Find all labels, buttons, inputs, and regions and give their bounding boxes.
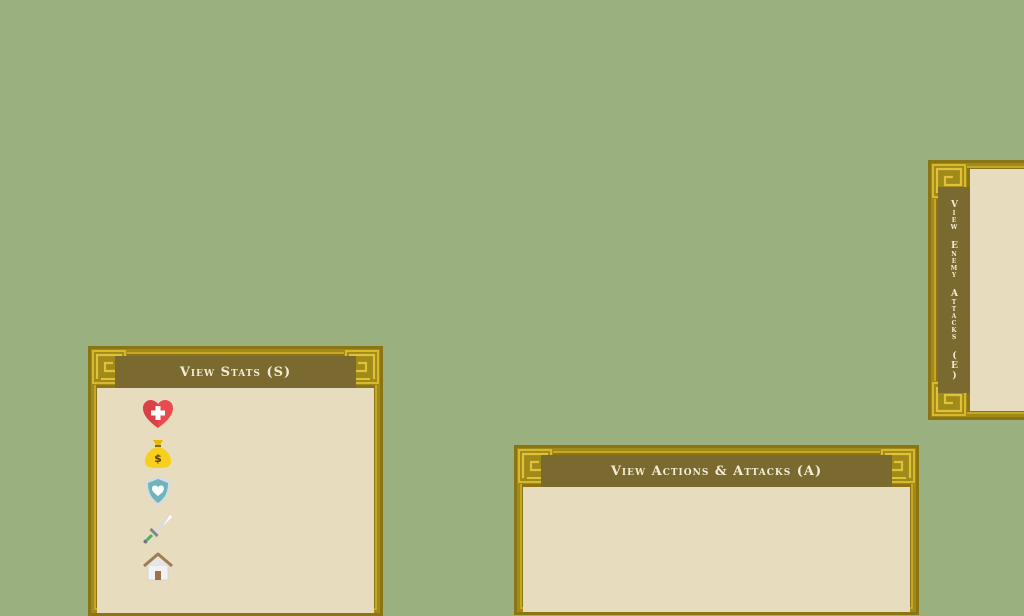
shield-icon bbox=[145, 476, 171, 506]
view-actions-label: View Actions & Attacks (A) bbox=[610, 463, 823, 479]
home-icon bbox=[143, 552, 173, 581]
actions-panel: View Actions & Attacks (A) bbox=[514, 445, 919, 615]
sword-icon bbox=[143, 515, 172, 544]
health-heart-icon bbox=[143, 400, 173, 428]
svg-text:$: $ bbox=[154, 452, 162, 465]
stats-panel: View Stats (S) $ bbox=[88, 346, 383, 616]
view-enemy-attacks-label: View Enemy Attacks (E) bbox=[949, 199, 960, 381]
actions-content bbox=[523, 487, 910, 612]
stat-icon-list: $ bbox=[141, 398, 181, 588]
view-stats-label: View Stats (S) bbox=[179, 364, 292, 380]
view-stats-button[interactable]: View Stats (S) bbox=[115, 356, 356, 388]
view-actions-button[interactable]: View Actions & Attacks (A) bbox=[541, 455, 892, 487]
stats-content: $ bbox=[97, 388, 374, 613]
enemy-content bbox=[970, 169, 1024, 411]
enemy-attacks-panel: View Enemy Attacks (E) bbox=[928, 160, 1024, 420]
view-enemy-attacks-button[interactable]: View Enemy Attacks (E) bbox=[938, 187, 970, 393]
money-bag-icon: $ bbox=[144, 440, 172, 468]
